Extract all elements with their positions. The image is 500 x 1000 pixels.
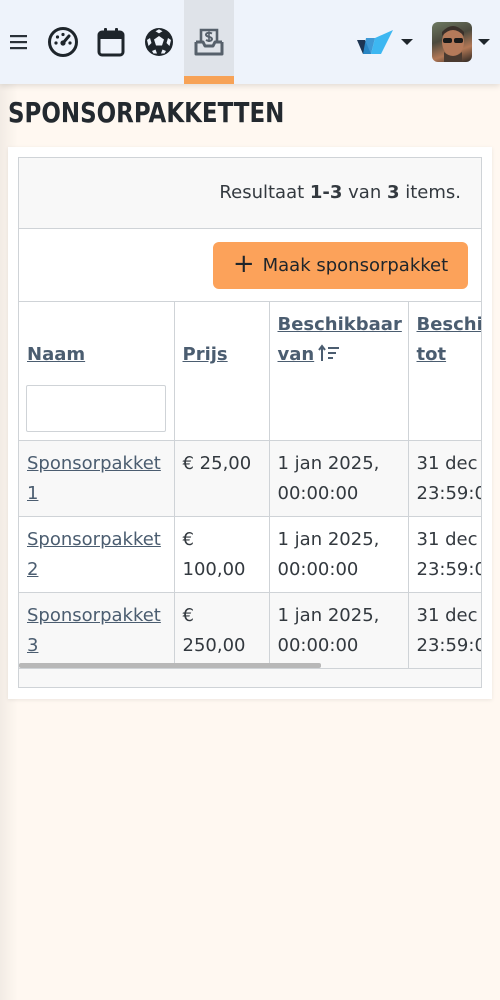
data-grid: Resultaat 1-3 van 3 items. + Maak sponso… — [18, 157, 482, 688]
summary-range: 1-3 — [309, 182, 343, 203]
column-header-beschikbaar-tot: Beschikbaar tot — [408, 302, 482, 441]
dashboard-gauge-icon[interactable] — [40, 0, 86, 84]
row-link[interactable]: Sponsorpakket 3 — [27, 605, 161, 656]
sort-link-naam[interactable]: Naam — [27, 344, 85, 365]
summary-row: Resultaat 1-3 van 3 items. — [19, 158, 481, 229]
filter-naam-input[interactable] — [26, 385, 166, 432]
row-link[interactable]: Sponsorpakket 2 — [27, 529, 161, 580]
menu-icon[interactable] — [4, 0, 34, 84]
calendar-icon[interactable] — [88, 0, 134, 84]
cell-tot: 31 dec 2025, 23:59:00 — [408, 516, 481, 593]
cell-van: 1 jan 2025, 00:00:00 — [269, 440, 409, 517]
cell-naam: Sponsorpakket 2 — [19, 516, 175, 593]
create-sponsorpackage-button[interactable]: + Maak sponsorpakket — [213, 242, 468, 289]
soccer-ball-icon[interactable] — [136, 0, 182, 84]
column-header-prijs: Prijs — [174, 302, 270, 441]
cell-naam: Sponsorpakket 3 — [19, 592, 175, 668]
grid-toolbar: + Maak sponsorpakket — [19, 229, 481, 302]
sort-ascending-icon — [318, 344, 340, 361]
chevron-down-icon — [478, 39, 490, 45]
chevron-down-icon — [401, 39, 413, 45]
user-avatar — [432, 22, 472, 62]
grid-footer — [19, 668, 481, 687]
sponsorpackages-table: Naam Prijs Beschikbaar van Beschikbaar t… — [19, 302, 481, 668]
cell-prijs: € 100,00 — [174, 516, 270, 593]
cell-naam: Sponsorpakket 1 — [19, 440, 175, 517]
table-row: Sponsorpakket 3 € 250,00 1 jan 2025, 00:… — [19, 592, 481, 668]
table-scroll-area[interactable]: Naam Prijs Beschikbaar van Beschikbaar t… — [19, 302, 481, 668]
table-row: Sponsorpakket 1 € 25,00 1 jan 2025, 00:0… — [19, 440, 481, 517]
cell-van: 1 jan 2025, 00:00:00 — [269, 516, 409, 593]
summary-middle: van — [342, 182, 387, 203]
grid-card: Resultaat 1-3 van 3 items. + Maak sponso… — [8, 147, 492, 699]
sort-link-beschikbaar-tot[interactable]: Beschikbaar tot — [417, 314, 482, 365]
create-button-label: Maak sponsorpakket — [262, 255, 449, 276]
cell-prijs: € 25,00 — [174, 440, 270, 517]
brand-logo-icon — [357, 30, 393, 54]
column-header-naam: Naam — [19, 302, 175, 441]
plus-icon: + — [232, 249, 255, 279]
top-navigation-bar — [0, 0, 500, 84]
page-title: SPONSORPAKKETTEN — [8, 96, 285, 129]
summary-prefix: Resultaat — [219, 182, 310, 203]
sort-link-prijs[interactable]: Prijs — [183, 344, 228, 365]
cell-tot: 31 dec 2025, 23:59:00 — [408, 592, 481, 668]
brand-menu[interactable] — [352, 0, 416, 84]
cell-van: 1 jan 2025, 00:00:00 — [269, 592, 409, 668]
inbox-dollar-icon[interactable] — [184, 0, 234, 84]
cell-prijs: € 250,00 — [174, 592, 270, 668]
summary-total: 3 — [386, 182, 400, 203]
result-summary: Resultaat 1-3 van 3 items. — [219, 182, 461, 203]
table-row: Sponsorpakket 2 € 100,00 1 jan 2025, 00:… — [19, 516, 481, 593]
cell-tot: 31 dec 2025, 23:59:00 — [408, 440, 481, 517]
column-header-beschikbaar-van: Beschikbaar van — [269, 302, 409, 441]
summary-suffix: items. — [399, 182, 461, 203]
row-link[interactable]: Sponsorpakket 1 — [27, 453, 161, 504]
user-menu[interactable] — [430, 0, 492, 84]
